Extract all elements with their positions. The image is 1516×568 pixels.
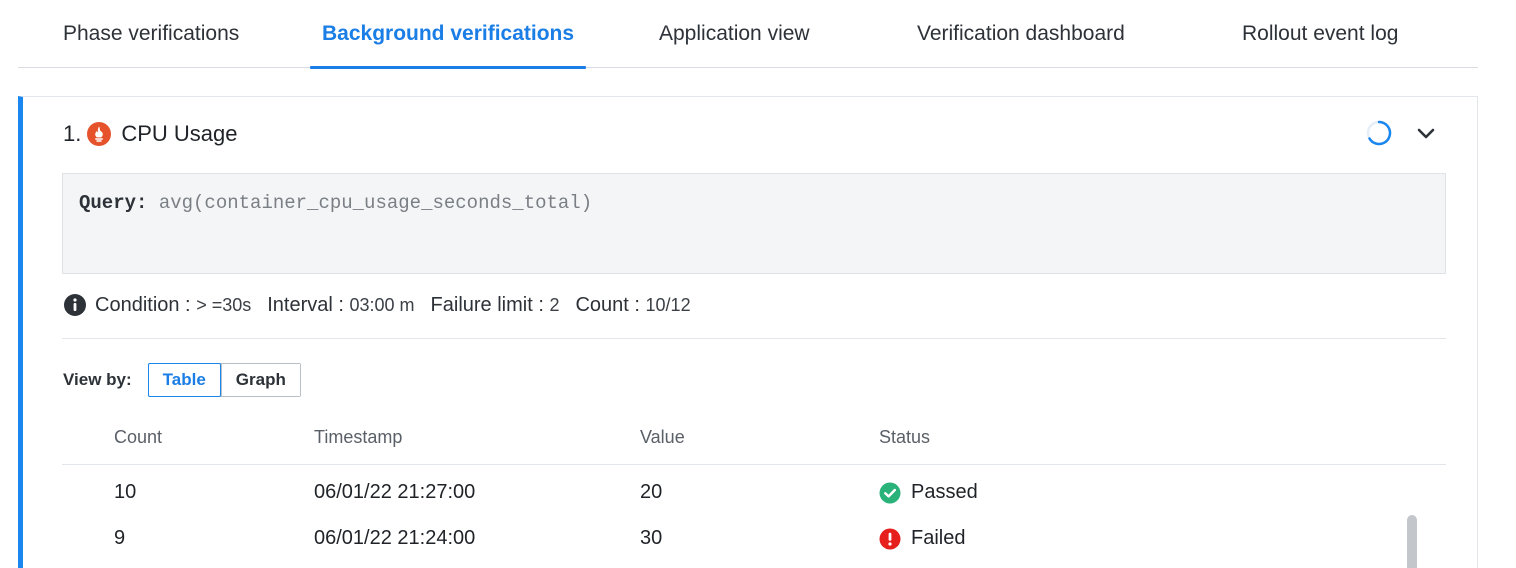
verification-number: 1. [63,121,82,146]
count-item: Count : 10/12 [575,294,690,317]
query-box: Query: avg(container_cpu_usage_seconds_t… [62,173,1446,274]
cell-count: 9 [114,527,126,549]
column-header-value[interactable]: Value [640,427,685,448]
failure-limit-label: Failure limit : [430,293,544,316]
table-row: 9 06/01/22 21:24:00 30 Failed [62,517,1446,563]
count-value: 10/12 [645,294,691,315]
tab-phase-verifications[interactable]: Phase verifications [63,0,239,68]
conditions-row: Condition : > =30s Interval : 03:00 m Fa… [63,293,707,317]
info-icon [64,294,86,316]
active-tab-indicator [310,66,587,69]
cell-status: Failed [879,527,965,550]
verification-title: 1. CPU Usage [63,121,238,147]
failure-limit-value: 2 [549,294,560,315]
column-header-timestamp[interactable]: Timestamp [314,427,402,448]
tab-verification-dashboard[interactable]: Verification dashboard [917,0,1125,68]
interval-label: Interval : [267,293,344,316]
tab-label: Verification dashboard [917,22,1125,45]
count-label: Count : [575,293,640,316]
status-label: Passed [911,481,978,503]
tab-label: Background verifications [322,22,575,45]
condition-item: Condition : > =30s [95,294,251,317]
failure-limit-item: Failure limit : 2 [431,294,560,317]
tab-label: Phase verifications [63,22,240,45]
chevron-down-icon[interactable] [1413,121,1439,147]
tab-background-verifications[interactable]: Background verifications [310,0,587,69]
cell-count: 10 [114,481,137,503]
divider [62,338,1446,339]
results-table: Count Timestamp Value Status 10 06/01/22… [62,423,1446,563]
cell-value: 30 [640,527,663,549]
view-toggle-group: Table Graph [147,363,301,397]
scrollbar-thumb[interactable] [1407,515,1417,568]
table-row: 10 06/01/22 21:27:00 20 Passed [62,471,1446,517]
error-circle-icon [879,528,901,549]
verification-card: 1. CPU Usage Query: avg(container_cpu_us… [18,96,1478,568]
tab-bar: Phase verifications Background verificat… [18,0,1478,69]
view-by-control: View by: Table Graph [63,363,301,397]
interval-item: Interval : 03:00 m [267,294,414,317]
check-circle-icon [879,482,901,503]
loading-spinner-icon [1366,120,1392,146]
query-label: Query: [79,192,148,214]
cell-status: Passed [879,481,978,504]
condition-value: > =30s [196,294,252,315]
cell-value: 20 [640,481,663,503]
condition-label: Condition : [95,293,191,316]
cell-timestamp: 06/01/22 21:27:00 [314,481,476,503]
tab-label: Application view [659,22,810,45]
status-label: Failed [911,527,966,549]
column-header-status[interactable]: Status [879,427,930,448]
column-header-count[interactable]: Count [114,427,162,448]
query-value: avg(container_cpu_usage_seconds_total) [158,192,593,214]
tab-application-view[interactable]: Application view [659,0,810,68]
view-by-label: View by: [63,370,132,389]
view-graph-button[interactable]: Graph [220,364,300,396]
prometheus-icon [87,122,112,146]
interval-value: 03:00 m [349,294,415,315]
cell-timestamp: 06/01/22 21:24:00 [314,527,476,549]
tab-rollout-event-log[interactable]: Rollout event log [1242,0,1398,68]
tab-label: Rollout event log [1242,22,1399,45]
table-header: Count Timestamp Value Status [62,423,1446,465]
verification-name: CPU Usage [121,121,238,146]
view-table-button[interactable]: Table [147,363,221,397]
